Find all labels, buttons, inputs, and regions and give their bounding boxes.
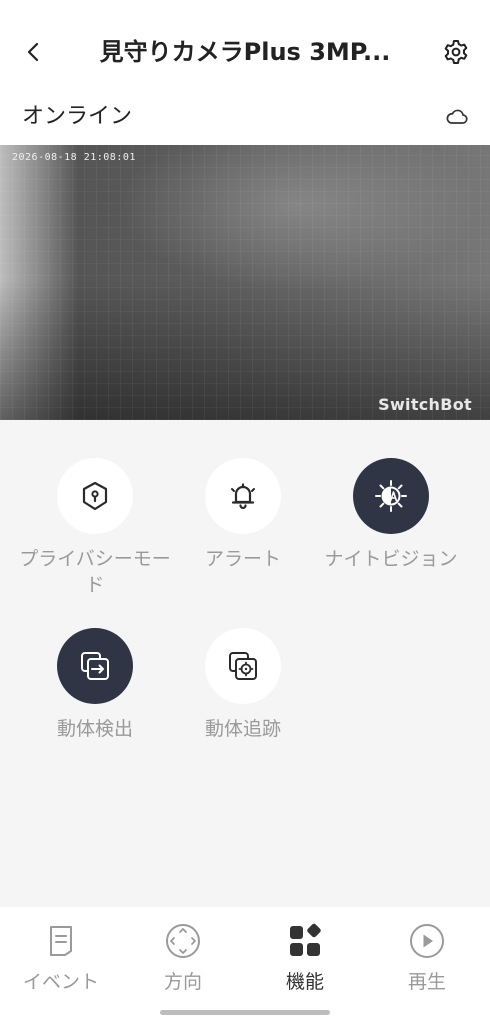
cloud-icon (446, 109, 468, 124)
video-timestamp: 2026-08-18 21:08:01 (12, 152, 136, 163)
cloud-button[interactable] (440, 102, 474, 132)
tab-features-label: 機能 (285, 971, 324, 993)
tab-playback[interactable]: 再生 (366, 921, 488, 1001)
tab-event[interactable]: イベント (0, 921, 122, 1001)
motion-detection-label: 動体検出 (56, 718, 133, 740)
event-list-icon (50, 926, 72, 956)
settings-button[interactable] (436, 32, 476, 72)
home-indicator (160, 1010, 330, 1015)
bottom-tab-bar: イベント 方向 機能 再生 (0, 907, 490, 1024)
online-status: オンライン (22, 104, 133, 129)
feature-privacy-mode[interactable]: プライバシーモード (15, 458, 175, 598)
feature-motion-detection[interactable]: 動体検出 (15, 628, 175, 742)
motion-detection-button[interactable] (57, 628, 133, 704)
night-vision-button[interactable] (353, 458, 429, 534)
motion-tracking-icon (229, 652, 257, 680)
header: 見守りカメラPlus 3MP... (0, 20, 490, 84)
tab-direction[interactable]: 方向 (122, 921, 244, 1001)
motion-tracking-label: 動体追跡 (204, 718, 281, 740)
tab-features[interactable]: 機能 (244, 921, 366, 1001)
bell-icon (231, 483, 255, 510)
alert-label: アラート (204, 548, 281, 570)
tab-playback-label: 再生 (407, 971, 446, 993)
privacy-shield-icon (82, 481, 108, 511)
back-button[interactable] (14, 32, 54, 72)
motion-tracking-button[interactable] (205, 628, 281, 704)
status-row: オンライン (0, 96, 490, 140)
motion-detection-icon (81, 652, 109, 680)
play-icon (410, 924, 444, 958)
tab-event-label: イベント (22, 971, 99, 993)
privacy-mode-button[interactable] (57, 458, 133, 534)
alert-button[interactable] (205, 458, 281, 534)
night-vision-label: ナイトビジョン (324, 548, 458, 570)
tab-direction-label: 方向 (163, 971, 202, 993)
privacy-mode-label: プライバシーモード (19, 548, 171, 596)
feature-motion-tracking[interactable]: 動体追跡 (163, 628, 323, 742)
switchbot-watermark: SwitchBot (378, 395, 472, 414)
night-vision-auto-icon (375, 480, 407, 512)
top-section: 見守りカメラPlus 3MP... オンライン (0, 0, 490, 145)
feature-alert[interactable]: アラート (163, 458, 323, 572)
page-title: 見守りカメラPlus 3MP... (99, 38, 391, 66)
feature-night-vision[interactable]: ナイトビジョン (311, 458, 471, 572)
direction-pad-icon (166, 924, 200, 958)
features-grid-icon (290, 923, 321, 956)
camera-live-view[interactable]: 2026-08-18 21:08:01 SwitchBot (0, 145, 490, 420)
feature-grid: プライバシーモード アラート ナイトビジョン 動体検出 動体追跡 (0, 420, 490, 907)
chevron-left-icon (27, 42, 39, 62)
gear-icon (444, 40, 468, 64)
